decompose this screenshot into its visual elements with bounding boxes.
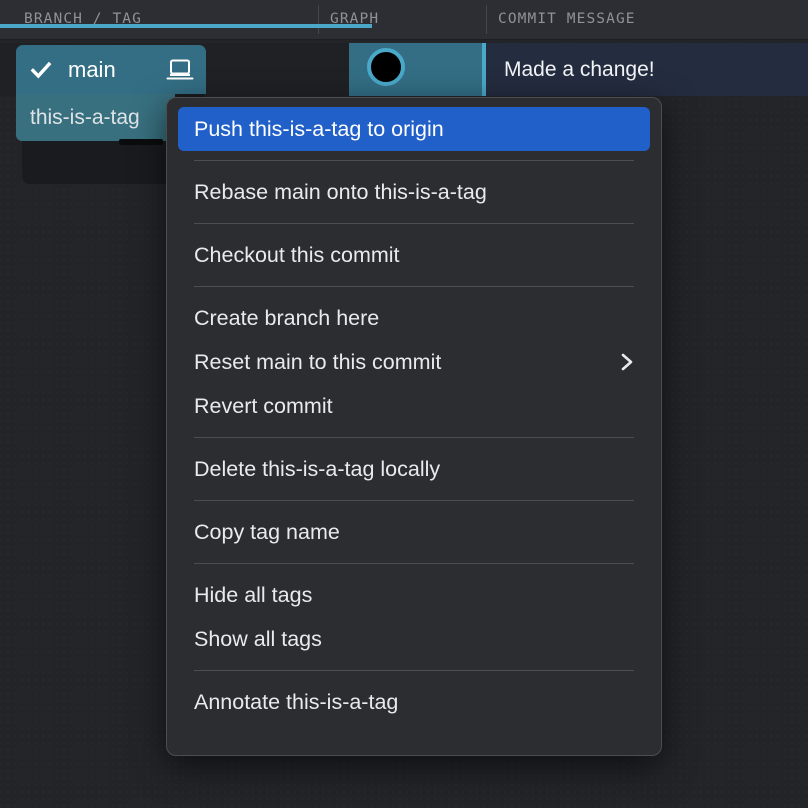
commit-message-text: Made a change! bbox=[504, 58, 655, 81]
column-divider-2[interactable] bbox=[486, 5, 487, 34]
menu-item-label: Annotate this-is-a-tag bbox=[194, 689, 399, 714]
column-header-graph[interactable]: GRAPH bbox=[330, 0, 379, 38]
menu-item-label: Copy tag name bbox=[194, 519, 340, 544]
menu-item-rebase-main-onto-tag[interactable]: Rebase main onto this-is-a-tag bbox=[178, 170, 650, 214]
menu-separator bbox=[194, 670, 634, 671]
tag-context-menu[interactable]: Push this-is-a-tag to origin Rebase main … bbox=[166, 97, 662, 756]
menu-item-label: Rebase main onto this-is-a-tag bbox=[194, 179, 487, 204]
menu-item-label: Create branch here bbox=[194, 305, 380, 330]
menu-item-checkout-this-commit[interactable]: Checkout this commit bbox=[178, 233, 650, 277]
menu-item-reset-main-to-this-commit[interactable]: Reset main to this commit bbox=[178, 340, 650, 384]
column-header-bar: BRANCH / TAG GRAPH COMMIT MESSAGE bbox=[0, 0, 808, 40]
laptop-icon bbox=[166, 57, 194, 83]
column-divider-1[interactable] bbox=[318, 5, 319, 34]
graph-edge-line bbox=[0, 24, 372, 28]
menu-separator bbox=[194, 160, 634, 161]
menu-item-label: Push this-is-a-tag to origin bbox=[194, 116, 444, 141]
commit-message-cell[interactable]: Made a change! bbox=[486, 43, 808, 96]
menu-item-create-branch-here[interactable]: Create branch here bbox=[178, 296, 650, 340]
tag-label-this-is-a-tag[interactable]: this-is-a-tag bbox=[16, 94, 175, 141]
menu-item-label: Checkout this commit bbox=[194, 242, 400, 267]
ref-group-underline bbox=[119, 139, 163, 145]
menu-separator bbox=[194, 500, 634, 501]
column-header-branch-tag[interactable]: BRANCH / TAG bbox=[24, 0, 142, 38]
menu-separator bbox=[194, 437, 634, 438]
chevron-right-icon bbox=[620, 352, 634, 372]
check-icon bbox=[30, 59, 52, 81]
menu-item-copy-tag-name[interactable]: Copy tag name bbox=[178, 510, 650, 554]
tag-name-label: this-is-a-tag bbox=[30, 105, 140, 129]
menu-item-show-all-tags[interactable]: Show all tags bbox=[178, 617, 650, 661]
menu-item-label: Revert commit bbox=[194, 393, 333, 418]
column-header-commit-message[interactable]: COMMIT MESSAGE bbox=[498, 0, 636, 38]
menu-separator bbox=[194, 563, 634, 564]
menu-item-hide-all-tags[interactable]: Hide all tags bbox=[178, 573, 650, 617]
menu-item-label: Reset main to this commit bbox=[194, 349, 442, 374]
menu-item-label: Show all tags bbox=[194, 626, 322, 651]
menu-item-annotate-tag[interactable]: Annotate this-is-a-tag bbox=[178, 680, 650, 724]
branch-label-main[interactable]: main bbox=[16, 45, 206, 94]
branch-name-label: main bbox=[68, 56, 116, 82]
menu-item-label: Delete this-is-a-tag locally bbox=[194, 456, 441, 481]
menu-separator bbox=[194, 223, 634, 224]
menu-item-push-tag-to-origin[interactable]: Push this-is-a-tag to origin bbox=[178, 107, 650, 151]
menu-item-delete-tag-locally[interactable]: Delete this-is-a-tag locally bbox=[178, 447, 650, 491]
menu-item-label: Hide all tags bbox=[194, 582, 313, 607]
menu-separator bbox=[194, 286, 634, 287]
menu-item-revert-commit[interactable]: Revert commit bbox=[178, 384, 650, 428]
graph-commit-node[interactable] bbox=[367, 48, 405, 86]
